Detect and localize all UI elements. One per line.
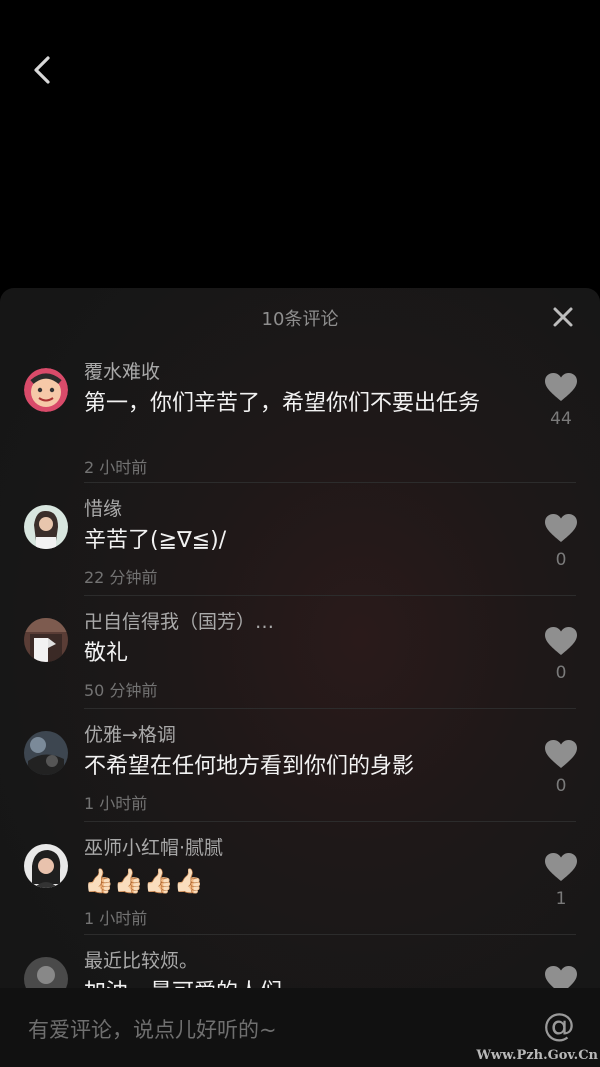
comment-time: 2 小时前 — [84, 458, 148, 477]
close-icon[interactable] — [552, 306, 574, 328]
comment-time: 1 小时前 — [84, 794, 148, 813]
like-count: 0 — [555, 663, 567, 683]
comment-username[interactable]: 巫师小红帽·腻腻 — [84, 833, 223, 860]
comment-item: 惜缘 辛苦了(≧∇≦)/ 22 分钟前 0 — [0, 483, 600, 596]
heart-icon[interactable] — [544, 372, 578, 402]
like-count: 0 — [555, 776, 567, 796]
comment-item: 最近比较烦。 加油，最可爱的人们 — [0, 935, 600, 988]
comment-username[interactable]: 卍自信得我（国芳）… — [84, 607, 274, 634]
comment-item: 优雅→格调 不希望在任何地方看到你们的身影 1 小时前 0 — [0, 709, 600, 822]
comment-input-placeholder[interactable]: 有爱评论，说点儿好听的~ — [28, 1014, 277, 1044]
mention-at-icon[interactable]: @ — [543, 1006, 575, 1044]
heart-icon[interactable] — [544, 852, 578, 882]
avatar[interactable] — [24, 505, 68, 549]
comment-time: 1 小时前 — [84, 909, 148, 928]
comment-username[interactable]: 最近比较烦。 — [84, 946, 198, 973]
comment-username[interactable]: 覆水难收 — [84, 357, 160, 384]
like-count: 1 — [555, 889, 567, 909]
sheet-header: 10条评论 — [0, 288, 600, 346]
comment-username[interactable]: 优雅→格调 — [84, 720, 176, 747]
comment-item: 覆水难收 第一，你们辛苦了，希望你们不要出任务 2 小时前 44 — [0, 346, 600, 483]
comment-text: 辛苦了(≧∇≦)/ — [84, 528, 227, 553]
back-arrow-icon[interactable] — [28, 52, 58, 88]
like-count: 44 — [550, 409, 572, 429]
comment-time: 50 分钟前 — [84, 681, 158, 700]
comment-item: 巫师小红帽·腻腻 👍🏻👍🏻👍🏻👍🏻 1 小时前 1 — [0, 822, 600, 935]
comment-username[interactable]: 惜缘 — [84, 494, 122, 521]
heart-icon[interactable] — [544, 965, 578, 988]
comment-time: 22 分钟前 — [84, 568, 158, 587]
avatar[interactable] — [24, 844, 68, 888]
like-count: 0 — [555, 550, 567, 570]
comment-text: 加油，最可爱的人们 — [84, 978, 514, 988]
avatar[interactable] — [24, 957, 68, 988]
avatar[interactable] — [24, 731, 68, 775]
comment-text: 第一，你们辛苦了，希望你们不要出任务 — [84, 391, 481, 416]
comments-sheet: 10条评论 覆水难收 第一，你们辛苦了，希望你们不要出任务 2 小时前 44 惜… — [0, 288, 600, 1067]
avatar[interactable] — [24, 368, 68, 412]
comment-list[interactable]: 覆水难收 第一，你们辛苦了，希望你们不要出任务 2 小时前 44 惜缘 辛苦了(… — [0, 346, 600, 988]
avatar[interactable] — [24, 618, 68, 662]
watermark: Www.Pzh.Gov.Cn — [476, 1048, 598, 1063]
comment-text: 不希望在任何地方看到你们的身影 — [84, 754, 415, 779]
comment-count-title: 10条评论 — [261, 309, 339, 330]
heart-icon[interactable] — [544, 739, 578, 769]
comment-text: 👍🏻👍🏻👍🏻👍🏻 — [84, 867, 204, 895]
heart-icon[interactable] — [544, 626, 578, 656]
comment-item: 卍自信得我（国芳）… 敬礼 50 分钟前 0 — [0, 596, 600, 709]
heart-icon[interactable] — [544, 513, 578, 543]
comment-text: 敬礼 — [84, 641, 129, 666]
